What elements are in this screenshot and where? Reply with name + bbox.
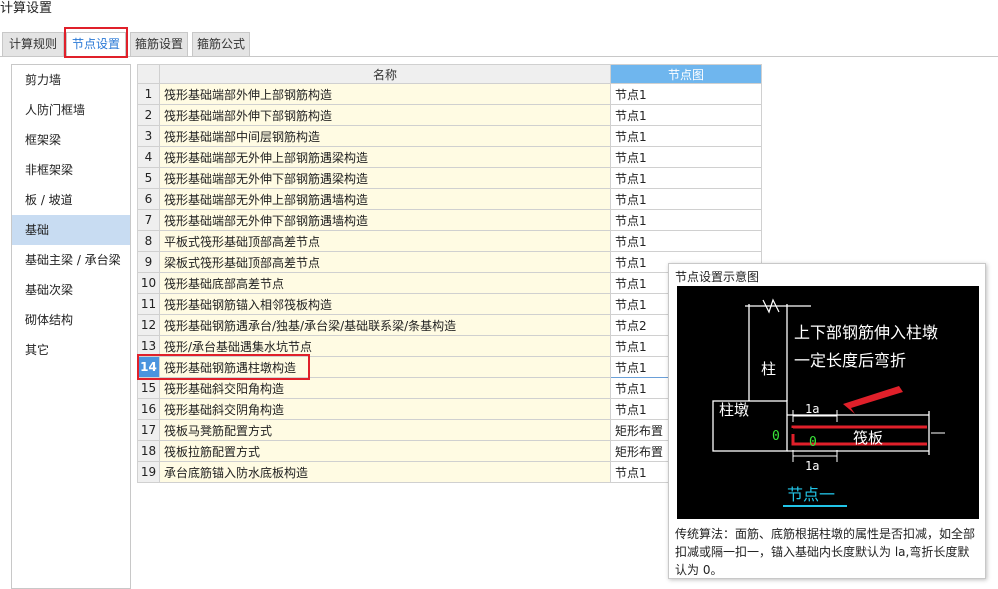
sidebar-item-foundation-secondary-beam[interactable]: 基础次梁 (12, 275, 130, 305)
dimension-bottom-label: 1a (805, 459, 819, 473)
raft-label: 筏板 (853, 429, 883, 447)
row-index[interactable]: 12 (137, 314, 160, 336)
tab-stirrup-settings[interactable]: 箍筋设置 (130, 32, 188, 56)
row-node-value[interactable]: 节点1 (610, 209, 762, 231)
tab-stirrup-formula[interactable]: 箍筋公式 (192, 32, 250, 56)
table-row[interactable]: 6 筏形基础端部无外伸上部钢筋遇墙构造 节点1 (137, 188, 762, 210)
row-node-value[interactable]: 节点1 (610, 83, 762, 105)
row-index[interactable]: 4 (137, 146, 160, 168)
row-name[interactable]: 筏形基础钢筋锚入相邻筏板构造 (159, 293, 611, 315)
row-node-value[interactable]: 节点1 (610, 230, 762, 252)
row-node-value[interactable]: 节点1 (610, 125, 762, 147)
sidebar-item-foundation-main-beam[interactable]: 基础主梁 / 承台梁 (12, 245, 130, 275)
row-index[interactable]: 2 (137, 104, 160, 126)
row-name[interactable]: 筏形基础端部无外伸上部钢筋遇墙构造 (159, 188, 611, 210)
header-node-diagram[interactable]: 节点图 (610, 64, 762, 84)
row-index[interactable]: 15 (137, 377, 160, 399)
header-index-cell (137, 64, 160, 84)
table-row[interactable]: 5 筏形基础端部无外伸下部钢筋遇梁构造 节点1 (137, 167, 762, 189)
row-index[interactable]: 18 (137, 440, 160, 462)
row-name[interactable]: 筏形基础端部无外伸下部钢筋遇梁构造 (159, 167, 611, 189)
row-name[interactable]: 筏形基础端部外伸下部钢筋构造 (159, 104, 611, 126)
table-row[interactable]: 2 筏形基础端部外伸下部钢筋构造 节点1 (137, 104, 762, 126)
tab-bar: 计算规则 节点设置 箍筋设置 箍筋公式 (0, 32, 998, 57)
row-index[interactable]: 8 (137, 230, 160, 252)
tab-calc-rules[interactable]: 计算规则 (2, 32, 64, 56)
sidebar-item-foundation[interactable]: 基础 (12, 215, 130, 245)
row-index[interactable]: 5 (137, 167, 160, 189)
row-node-value[interactable]: 节点1 (610, 104, 762, 126)
row-name[interactable]: 筏形基础斜交阳角构造 (159, 377, 611, 399)
row-name[interactable]: 筏形基础端部无外伸上部钢筋遇梁构造 (159, 146, 611, 168)
row-name[interactable]: 承台底筋锚入防水底板构造 (159, 461, 611, 483)
row-name[interactable]: 筏形基础端部中间层钢筋构造 (159, 125, 611, 147)
table-row[interactable]: 1 筏形基础端部外伸上部钢筋构造 节点1 (137, 83, 762, 105)
row-name[interactable]: 筏板拉筋配置方式 (159, 440, 611, 462)
row-index[interactable]: 14 (137, 356, 160, 378)
row-index[interactable]: 19 (137, 461, 160, 483)
row-name[interactable]: 筏形基础底部高差节点 (159, 272, 611, 294)
row-index[interactable]: 6 (137, 188, 160, 210)
popup-description: 传统算法：面筋、底筋根据柱墩的属性是否扣减，如全部扣减或隔一扣一，锚入基础内长度… (675, 527, 976, 577)
row-name[interactable]: 平板式筏形基础顶部高差节点 (159, 230, 611, 252)
sidebar-item-slab-ramp[interactable]: 板 / 坡道 (12, 185, 130, 215)
sidebar-item-other[interactable]: 其它 (12, 335, 130, 365)
row-name[interactable]: 筏板马凳筋配置方式 (159, 419, 611, 441)
zero-mid-label: 0 (809, 435, 817, 450)
row-name[interactable]: 筏形基础端部外伸上部钢筋构造 (159, 83, 611, 105)
node-diagram: 上下部钢筋伸入柱墩 一定长度后弯折 柱 柱墩 筏板 1a 1a 0 0 节点一 (677, 286, 979, 519)
row-name[interactable]: 筏形基础钢筋遇柱墩构造 (159, 356, 611, 378)
annotation-line-2: 一定长度后弯折 (794, 351, 906, 370)
row-node-value[interactable]: 节点1 (610, 146, 762, 168)
row-index[interactable]: 13 (137, 335, 160, 357)
zero-left-label: 0 (772, 429, 780, 444)
table-row[interactable]: 8 平板式筏形基础顶部高差节点 节点1 (137, 230, 762, 252)
table-row[interactable]: 3 筏形基础端部中间层钢筋构造 节点1 (137, 125, 762, 147)
diagram-caption: 节点一 (787, 485, 835, 504)
window-title: 计算设置 (0, 1, 53, 16)
table-row[interactable]: 7 筏形基础端部无外伸下部钢筋遇墙构造 节点1 (137, 209, 762, 231)
sidebar-item-non-frame-beam[interactable]: 非框架梁 (12, 155, 130, 185)
node-diagram-popup: 节点设置示意图 上下部钢筋伸入柱墩 一定长度后弯折 柱 柱墩 筏板 1a 1a … (668, 263, 986, 579)
dimension-top-label: 1a (805, 402, 819, 416)
sidebar-item-shear-wall[interactable]: 剪力墙 (12, 65, 130, 95)
row-index[interactable]: 16 (137, 398, 160, 420)
row-index[interactable]: 7 (137, 209, 160, 231)
row-node-value[interactable]: 节点1 (610, 188, 762, 210)
row-name[interactable]: 筏形基础斜交阴角构造 (159, 398, 611, 420)
header-name[interactable]: 名称 (159, 64, 611, 84)
column-label: 柱 (761, 360, 776, 378)
sidebar-item-frame-beam[interactable]: 框架梁 (12, 125, 130, 155)
sidebar-item-masonry[interactable]: 砌体结构 (12, 305, 130, 335)
row-node-value[interactable]: 节点1 (610, 167, 762, 189)
row-index[interactable]: 11 (137, 293, 160, 315)
sidebar-item-civil-defense-door-wall[interactable]: 人防门框墙 (12, 95, 130, 125)
annotation-line-1: 上下部钢筋伸入柱墩 (794, 323, 938, 342)
table-row[interactable]: 4 筏形基础端部无外伸上部钢筋遇梁构造 节点1 (137, 146, 762, 168)
pier-label: 柱墩 (719, 401, 749, 419)
row-index[interactable]: 9 (137, 251, 160, 273)
row-name[interactable]: 筏形/承台基础遇集水坑节点 (159, 335, 611, 357)
row-name[interactable]: 筏形基础端部无外伸下部钢筋遇墙构造 (159, 209, 611, 231)
row-index[interactable]: 10 (137, 272, 160, 294)
row-name[interactable]: 筏形基础钢筋遇承台/独基/承台梁/基础联系梁/条基构造 (159, 314, 611, 336)
tab-node-settings[interactable]: 节点设置 (66, 32, 126, 57)
row-index[interactable]: 1 (137, 83, 160, 105)
category-sidebar: 剪力墙 人防门框墙 框架梁 非框架梁 板 / 坡道 基础 基础主梁 / 承台梁 … (11, 64, 131, 589)
row-index[interactable]: 17 (137, 419, 160, 441)
table-header-row: 名称 节点图 (137, 64, 762, 84)
popup-title: 节点设置示意图 (675, 270, 760, 284)
row-index[interactable]: 3 (137, 125, 160, 147)
row-name[interactable]: 梁板式筏形基础顶部高差节点 (159, 251, 611, 273)
